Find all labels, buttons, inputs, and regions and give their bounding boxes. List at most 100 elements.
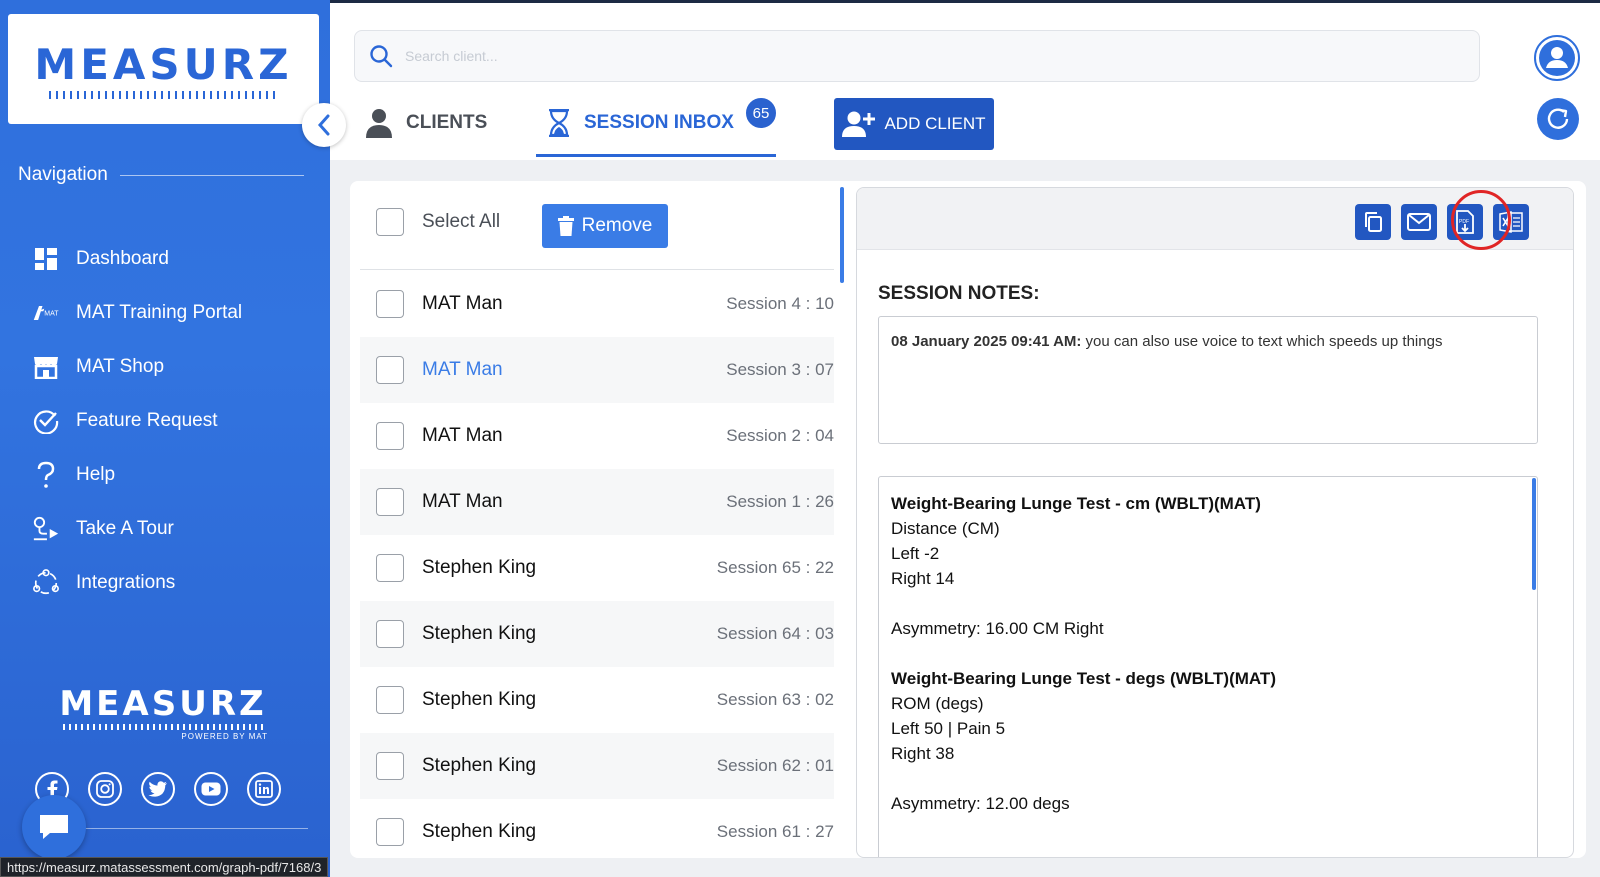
tab-session-inbox[interactable]: SESSION INBOX xyxy=(548,103,734,143)
session-label: Session 3 : 07 xyxy=(726,360,834,379)
session-notes-box[interactable]: 08 January 2025 09:41 AM: you can also u… xyxy=(878,316,1538,444)
logo-ruler-ticks xyxy=(48,90,279,99)
search-input[interactable] xyxy=(405,48,1305,64)
sidebar-item-label: Help xyxy=(76,464,116,485)
logo-text: MEASURZ xyxy=(34,39,293,89)
chat-icon xyxy=(40,815,68,839)
sidebar-item-label: Take A Tour xyxy=(76,518,174,539)
select-all-label: Select All xyxy=(422,211,501,232)
sidebar-item-help[interactable]: Help xyxy=(32,448,242,502)
sidebar-item-feature-request[interactable]: Feature Request xyxy=(32,394,242,448)
add-user-icon xyxy=(842,111,876,137)
detail-toolbar: PDF xyxy=(857,188,1573,250)
email-button[interactable] xyxy=(1401,204,1437,240)
client-name: MAT Man xyxy=(422,425,503,446)
excel-export-button[interactable] xyxy=(1493,204,1529,240)
user-avatar-button[interactable] xyxy=(1534,35,1580,81)
youtube-icon[interactable] xyxy=(194,772,228,806)
tab-session-inbox-label: SESSION INBOX xyxy=(584,112,734,133)
row-checkbox[interactable] xyxy=(376,818,404,846)
add-client-button[interactable]: ADD CLIENT xyxy=(834,98,994,150)
user-avatar-icon xyxy=(1539,40,1575,76)
sidebar-item-integrations[interactable]: Integrations xyxy=(32,556,242,610)
sidebar-item-mat-shop[interactable]: MAT Shop xyxy=(32,340,242,394)
twitter-icon[interactable] xyxy=(141,772,175,806)
active-tab-underline xyxy=(536,154,776,157)
list-item[interactable]: MAT Man Session 4 : 10 xyxy=(360,271,834,337)
pdf-export-icon: PDF xyxy=(1456,210,1474,234)
session-label: Session 63 : 02 xyxy=(716,690,834,709)
list-item[interactable]: MAT Man Session 2 : 04 xyxy=(360,403,834,469)
brand-logo[interactable]: MEASURZ xyxy=(8,14,319,124)
row-checkbox[interactable] xyxy=(376,488,404,516)
instagram-icon[interactable] xyxy=(88,772,122,806)
list-item[interactable]: MAT Man Session 3 : 07 xyxy=(360,337,834,403)
list-item[interactable]: Stephen King Session 62 : 01 xyxy=(360,733,834,799)
results-scrollbar[interactable] xyxy=(1532,478,1536,590)
remove-button[interactable]: Remove xyxy=(542,204,668,248)
sidebar: MEASURZ Navigation Dashboard MAT MAT Tra… xyxy=(0,0,330,877)
row-checkbox[interactable] xyxy=(376,686,404,714)
top-header: CLIENTS SESSION INBOX 65 ADD CLIENT xyxy=(330,3,1600,160)
test-left-value: Left -2 xyxy=(891,544,940,563)
test-title: Weight-Bearing Lunge Test - degs (WBLT)(… xyxy=(891,669,1276,688)
linkedin-icon[interactable] xyxy=(247,772,281,806)
list-item[interactable]: Stephen King Session 64 : 03 xyxy=(360,601,834,667)
footer-logo-ticks xyxy=(63,724,263,730)
sidebar-item-label: Integrations xyxy=(76,572,176,593)
select-all-checkbox[interactable] xyxy=(376,208,404,236)
list-item[interactable]: Stephen King Session 65 : 22 xyxy=(360,535,834,601)
dashboard-grid-icon xyxy=(32,245,60,273)
sidebar-item-mat-training-portal[interactable]: MAT MAT Training Portal xyxy=(32,286,242,340)
chevron-left-icon xyxy=(317,114,330,136)
mat-logo-icon: MAT xyxy=(32,299,60,327)
client-name: Stephen King xyxy=(422,557,537,578)
row-checkbox[interactable] xyxy=(376,620,404,648)
svg-text:PDF: PDF xyxy=(1459,219,1469,225)
client-name: MAT Man xyxy=(422,491,503,512)
pdf-export-button[interactable]: PDF xyxy=(1447,204,1483,240)
integrations-icon xyxy=(32,569,60,597)
client-name: Stephen King xyxy=(422,689,537,710)
row-checkbox[interactable] xyxy=(376,554,404,582)
search-icon xyxy=(370,45,393,68)
list-item[interactable]: MAT Man Session 1 : 26 xyxy=(360,469,834,535)
row-checkbox[interactable] xyxy=(376,752,404,780)
list-scrollbar[interactable] xyxy=(840,187,844,283)
sidebar-item-take-a-tour[interactable]: Take A Tour xyxy=(32,502,242,556)
svg-text:MAT: MAT xyxy=(44,311,59,318)
hourglass-icon xyxy=(549,109,569,137)
row-checkbox[interactable] xyxy=(376,290,404,318)
sidebar-item-label: MAT Shop xyxy=(76,356,165,377)
test-measure: ROM (degs) xyxy=(891,694,984,713)
session-label: Session 1 : 26 xyxy=(726,492,834,511)
tab-clients[interactable]: CLIENTS xyxy=(366,103,487,143)
test-right-value: Right 14 xyxy=(891,569,955,588)
session-label: Session 62 : 01 xyxy=(716,756,834,775)
nav-title: Navigation xyxy=(18,164,304,186)
footer-logo: MEASURZ POWERED BY MAT xyxy=(58,684,268,741)
chat-widget-button[interactable] xyxy=(22,795,86,859)
test-result-block: Weight-Bearing Lunge Test - degs (WBLT)(… xyxy=(891,666,1525,816)
refresh-button[interactable] xyxy=(1537,98,1579,140)
row-checkbox[interactable] xyxy=(376,422,404,450)
sidebar-item-label: Dashboard xyxy=(76,248,169,269)
shop-icon xyxy=(32,353,60,381)
tour-route-icon xyxy=(32,515,60,543)
list-item[interactable]: Stephen King Session 63 : 02 xyxy=(360,667,834,733)
row-checkbox[interactable] xyxy=(376,356,404,384)
test-asymmetry: Asymmetry: 12.00 degs xyxy=(891,794,1070,813)
copy-button[interactable] xyxy=(1355,204,1391,240)
select-all[interactable]: Select All xyxy=(376,208,500,236)
nav-list: Dashboard MAT MAT Training Portal MAT Sh… xyxy=(32,232,242,610)
status-bar-url: https://measurz.matassessment.com/graph-… xyxy=(0,857,329,877)
sidebar-collapse-button[interactable] xyxy=(302,103,346,147)
session-rows: MAT Man Session 4 : 10 MAT Man Session 3… xyxy=(360,271,834,858)
powered-by-text: POWERED BY MAT xyxy=(181,732,268,741)
sidebar-item-dashboard[interactable]: Dashboard xyxy=(32,232,242,286)
search-bar[interactable] xyxy=(354,30,1480,82)
list-item[interactable]: Stephen King Session 61 : 27 xyxy=(360,799,834,858)
session-label: Session 4 : 10 xyxy=(726,294,834,313)
question-icon xyxy=(32,461,60,489)
